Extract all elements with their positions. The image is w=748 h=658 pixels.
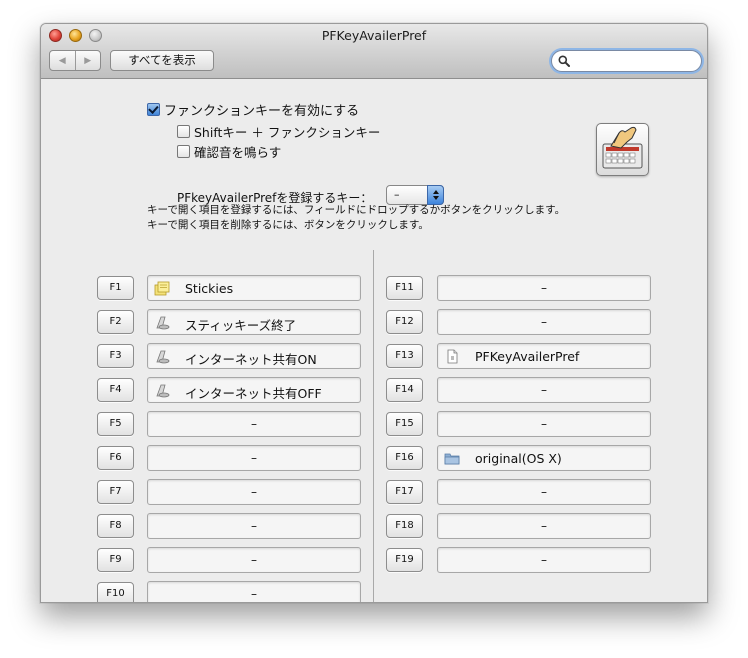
- f7-slot[interactable]: –: [147, 479, 361, 505]
- f4-key-button[interactable]: F4: [97, 378, 134, 402]
- f12-item-label: –: [541, 315, 547, 329]
- f6-key-button[interactable]: F6: [97, 446, 134, 470]
- f10-item-label: –: [251, 587, 257, 601]
- f3-slot[interactable]: インターネット共有ON: [147, 343, 361, 369]
- f1-slot[interactable]: Stickies: [147, 275, 361, 301]
- f18-item-label: –: [541, 519, 547, 533]
- shift-fn-label: Shiftキー ＋ ファンクションキー: [194, 125, 381, 140]
- shift-fn-checkbox[interactable]: [177, 125, 190, 138]
- f18-key-button[interactable]: F18: [386, 514, 423, 538]
- keyboard-hand-icon: [596, 123, 649, 176]
- back-forward-control: ◀ ▶: [49, 50, 101, 71]
- beep-label: 確認音を鳴らす: [194, 145, 282, 160]
- register-key-value: –: [394, 188, 400, 201]
- f7-key-button[interactable]: F7: [97, 480, 134, 504]
- beep-option[interactable]: 確認音を鳴らす: [177, 142, 281, 161]
- instruction-delete: キーで開く項目を削除するには、ボタンをクリックします。: [147, 219, 429, 231]
- beep-checkbox[interactable]: [177, 145, 190, 158]
- f5-item-label: –: [251, 417, 257, 431]
- f5-key-button[interactable]: F5: [97, 412, 134, 436]
- f9-key-button[interactable]: F9: [97, 548, 134, 572]
- chevron-right-icon: ▶: [84, 55, 92, 66]
- document-icon: [447, 349, 458, 364]
- enable-fn-option[interactable]: ファンクションキーを有効にする: [147, 100, 359, 119]
- f15-key-button[interactable]: F15: [386, 412, 423, 436]
- instruction-register: キーで開く項目を登録するには、フィールドにドロップするかボタンをクリックします。: [147, 204, 566, 216]
- f16-item-label: original(OS X): [475, 451, 562, 466]
- f15-slot[interactable]: –: [437, 411, 651, 437]
- f3-key-button[interactable]: F3: [97, 344, 134, 368]
- f2-slot[interactable]: スティッキーズ終了: [147, 309, 361, 335]
- chevron-left-icon: ◀: [58, 55, 66, 66]
- f18-slot[interactable]: –: [437, 513, 651, 539]
- enable-fn-label: ファンクションキーを有効にする: [164, 104, 360, 119]
- f4-item-label: インターネット共有OFF: [185, 386, 322, 401]
- f13-key-button[interactable]: F13: [386, 344, 423, 368]
- window-title: PFKeyAvailerPref: [321, 28, 427, 43]
- f4-slot[interactable]: インターネット共有OFF: [147, 377, 361, 403]
- f11-item-label: –: [541, 281, 547, 295]
- script-icon: [156, 316, 170, 330]
- f13-slot[interactable]: PFKeyAvailerPref: [437, 343, 651, 369]
- show-all-button[interactable]: すべてを表示: [110, 50, 214, 71]
- pref-pane-content: ファンクションキーを有効にする Shiftキー ＋ ファンクションキー 確認音を…: [41, 80, 707, 602]
- f14-slot[interactable]: –: [437, 377, 651, 403]
- back-button[interactable]: ◀: [50, 51, 75, 70]
- f19-item-label: –: [541, 553, 547, 567]
- script-icon: [156, 350, 170, 364]
- f2-key-button[interactable]: F2: [97, 310, 134, 334]
- f8-item-label: –: [251, 519, 257, 533]
- f17-item-label: –: [541, 485, 547, 499]
- f9-slot[interactable]: –: [147, 547, 361, 573]
- f11-key-button[interactable]: F11: [386, 276, 423, 300]
- f12-key-button[interactable]: F12: [386, 310, 423, 334]
- f10-key-button[interactable]: F10: [97, 582, 134, 602]
- script-icon: [156, 384, 170, 398]
- f5-slot[interactable]: –: [147, 411, 361, 437]
- preferences-window: PFKeyAvailerPref ◀ ▶ すべてを表示 ファンクションキーを有効…: [40, 23, 708, 603]
- f11-slot[interactable]: –: [437, 275, 651, 301]
- shift-fn-option[interactable]: Shiftキー ＋ ファンクションキー: [177, 122, 380, 141]
- f16-slot[interactable]: original(OS X): [437, 445, 651, 471]
- f15-item-label: –: [541, 417, 547, 431]
- column-divider: [373, 250, 374, 602]
- search-icon: [558, 55, 570, 67]
- f14-item-label: –: [541, 383, 547, 397]
- f9-item-label: –: [251, 553, 257, 567]
- f8-slot[interactable]: –: [147, 513, 361, 539]
- f1-key-button[interactable]: F1: [97, 276, 134, 300]
- title-bar: PFKeyAvailerPref ◀ ▶ すべてを表示: [41, 24, 707, 79]
- f16-key-button[interactable]: F16: [386, 446, 423, 470]
- f6-item-label: –: [251, 451, 257, 465]
- stickies-icon: [154, 281, 170, 296]
- f3-item-label: インターネット共有ON: [185, 352, 317, 367]
- f6-slot[interactable]: –: [147, 445, 361, 471]
- folder-icon: [444, 453, 460, 465]
- f1-item-label: Stickies: [185, 281, 234, 296]
- f14-key-button[interactable]: F14: [386, 378, 423, 402]
- f17-key-button[interactable]: F17: [386, 480, 423, 504]
- f19-key-button[interactable]: F19: [386, 548, 423, 572]
- f7-item-label: –: [251, 485, 257, 499]
- enable-fn-checkbox[interactable]: [147, 103, 160, 116]
- f12-slot[interactable]: –: [437, 309, 651, 335]
- forward-button[interactable]: ▶: [74, 51, 101, 70]
- f2-item-label: スティッキーズ終了: [185, 318, 297, 333]
- search-field[interactable]: [551, 50, 702, 72]
- f19-slot[interactable]: –: [437, 547, 651, 573]
- f13-item-label: PFKeyAvailerPref: [475, 349, 580, 364]
- f10-slot[interactable]: –: [147, 581, 361, 602]
- f8-key-button[interactable]: F8: [97, 514, 134, 538]
- f17-slot[interactable]: –: [437, 479, 651, 505]
